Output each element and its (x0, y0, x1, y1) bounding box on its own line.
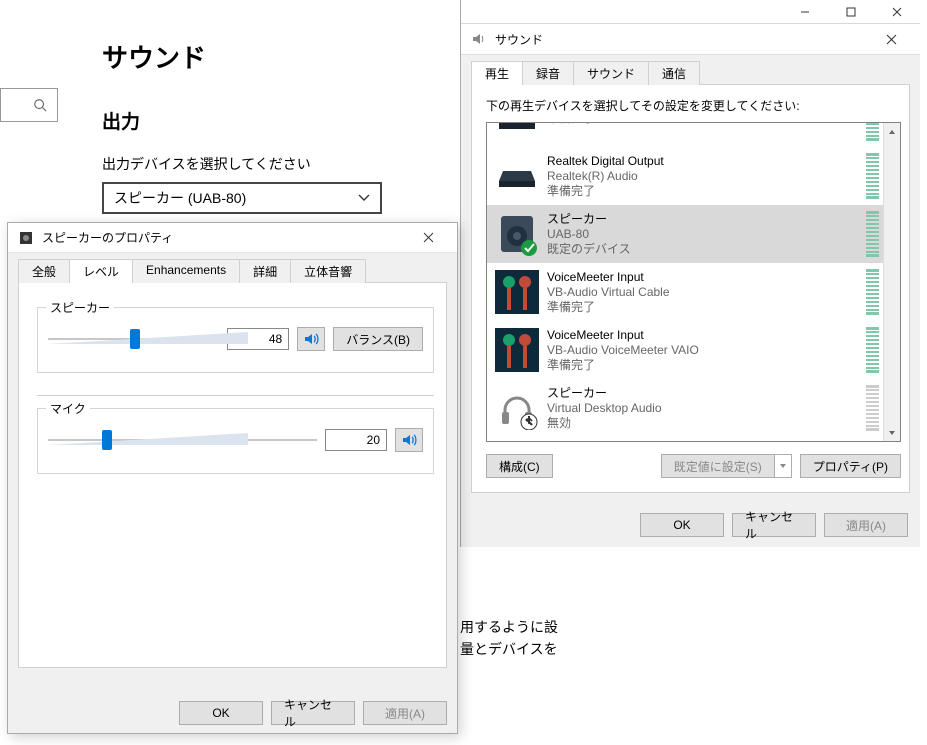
output-device-value: スピーカー (UAB-80) (114, 188, 246, 208)
divider (37, 395, 434, 396)
device-status: 準備完了 (547, 122, 595, 126)
device-row[interactable]: スピーカーVirtual Desktop Audio無効 (487, 379, 883, 437)
speaker-icon (18, 230, 34, 246)
device-status: 無効 (547, 416, 662, 431)
apply-button[interactable]: 適用(A) (824, 513, 908, 537)
mic-group: マイク 20 (37, 408, 434, 474)
device-row[interactable]: Realtek Digital OutputRealtek(R) Audio準備… (487, 147, 883, 205)
device-name: VoiceMeeter Input (547, 270, 670, 285)
playback-instruction: 下の再生デバイスを選択してその設定を変更してください: (486, 97, 901, 114)
set-default-button[interactable]: 既定値に設定(S) (661, 454, 774, 478)
device-name: Realtek Digital Output (547, 154, 664, 169)
speaker-volume-slider[interactable] (48, 324, 219, 354)
properties-titlebar[interactable]: スピーカーのプロパティ (8, 223, 457, 253)
sound-title-text: サウンド (495, 31, 868, 48)
device-icon (493, 122, 541, 142)
device-row[interactable]: 準備完了 (487, 122, 883, 147)
device-name: スピーカー (547, 386, 662, 401)
device-sub: VB-Audio VoiceMeeter VAIO (547, 343, 699, 358)
ok-button[interactable]: OK (640, 513, 724, 537)
tab-recording[interactable]: 録音 (522, 61, 574, 85)
apply-button[interactable]: 適用(A) (363, 701, 447, 725)
device-name: スピーカー (547, 212, 631, 227)
scroll-up-icon[interactable] (884, 123, 901, 140)
device-status: 準備完了 (547, 300, 670, 315)
device-icon (493, 268, 541, 316)
search-icon (33, 98, 47, 112)
tab-level[interactable]: レベル (69, 259, 133, 283)
properties-dialog: スピーカーのプロパティ 全般 レベル Enhancements 詳細 立体音響 … (7, 222, 458, 734)
minimize-button[interactable] (782, 0, 828, 24)
properties-tabs: 全般 レベル Enhancements 詳細 立体音響 (18, 259, 447, 283)
sound-tabs: 再生 録音 サウンド 通信 (471, 61, 910, 85)
scrollbar[interactable] (883, 123, 900, 441)
level-meter (866, 269, 879, 315)
level-meter (866, 153, 879, 199)
ok-button[interactable]: OK (179, 701, 263, 725)
level-meter (866, 327, 879, 373)
device-icon (493, 384, 541, 432)
device-row[interactable]: VoiceMeeter InputVB-Audio VoiceMeeter VA… (487, 321, 883, 379)
sound-footer: OK キャンセル 適用(A) (461, 503, 920, 547)
speaker-group-label: スピーカー (46, 299, 114, 316)
cancel-button[interactable]: キャンセル (732, 513, 816, 537)
device-icon (493, 152, 541, 200)
device-row[interactable]: VoiceMeeter InputVB-Audio Virtual Cable準… (487, 263, 883, 321)
level-meter (866, 385, 879, 431)
mic-group-label: マイク (46, 400, 90, 417)
properties-button[interactable]: プロパティ(P) (800, 454, 901, 478)
device-sub: VB-Audio Virtual Cable (547, 285, 670, 300)
cancel-button[interactable]: キャンセル (271, 701, 355, 725)
scroll-down-icon[interactable] (884, 424, 901, 441)
cutoff-text: 用するように設 量とデバイスを (460, 616, 558, 660)
tab-general[interactable]: 全般 (18, 259, 70, 283)
device-sub: Realtek(R) Audio (547, 169, 664, 184)
device-sub: UAB-80 (547, 227, 631, 242)
close-icon[interactable] (868, 27, 914, 51)
tab-spatial[interactable]: 立体音響 (290, 259, 366, 283)
device-status: 準備完了 (547, 358, 699, 373)
device-icon (493, 326, 541, 374)
maximize-button[interactable] (828, 0, 874, 24)
device-row[interactable]: スピーカーUAB-80既定のデバイス (487, 205, 883, 263)
device-name: VoiceMeeter Input (547, 328, 699, 343)
tab-sounds[interactable]: サウンド (573, 61, 649, 85)
tab-enhancements[interactable]: Enhancements (132, 259, 240, 283)
mic-volume-slider[interactable] (48, 425, 317, 455)
device-status: 既定のデバイス (547, 242, 631, 257)
sound-dialog: サウンド 再生 録音 サウンド 通信 下の再生デバイスを選択してその設定を変更し… (460, 0, 920, 547)
close-icon[interactable] (405, 226, 451, 250)
device-icon (493, 210, 541, 258)
speaker-group: スピーカー 48 バランス(B) (37, 307, 434, 373)
properties-footer: OK キャンセル 適用(A) (8, 693, 457, 733)
sound-titlebar[interactable]: サウンド (461, 24, 920, 54)
device-sub: Virtual Desktop Audio (547, 401, 662, 416)
tab-detail[interactable]: 詳細 (239, 259, 291, 283)
level-meter (866, 122, 879, 141)
output-device-combo[interactable]: スピーカー (UAB-80) (102, 182, 382, 214)
device-list: 準備完了Realtek Digital OutputRealtek(R) Aud… (486, 122, 901, 442)
configure-button[interactable]: 構成(C) (486, 454, 553, 478)
chevron-down-icon (358, 192, 370, 204)
properties-title-text: スピーカーのプロパティ (42, 229, 405, 246)
tab-playback[interactable]: 再生 (471, 61, 523, 85)
speaker-icon (471, 31, 487, 47)
search-box[interactable] (0, 88, 58, 122)
close-window-button[interactable] (874, 0, 920, 24)
tab-communications[interactable]: 通信 (648, 61, 700, 85)
mute-mic-button[interactable] (395, 428, 423, 452)
level-meter (866, 211, 879, 257)
device-status: 準備完了 (547, 184, 664, 199)
set-default-dropdown[interactable] (774, 454, 792, 478)
